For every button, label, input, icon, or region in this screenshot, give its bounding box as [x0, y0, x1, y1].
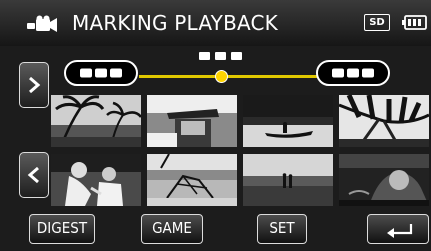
marker-dots-icon [80, 68, 122, 78]
chevron-left-icon [27, 166, 39, 184]
back-return-icon [387, 224, 413, 238]
timeline-track[interactable] [139, 75, 319, 78]
digest-button[interactable]: DIGEST [29, 214, 95, 244]
camera-screen: MARKING PLAYBACK SD DIGEST GAME SET [0, 0, 431, 251]
timeline-knob[interactable] [215, 70, 228, 83]
battery-icon [402, 15, 427, 30]
thumbnail-canoe-lake[interactable] [243, 95, 333, 147]
thumbnail-palm-trees[interactable] [51, 95, 141, 147]
thumbnail-children-playing[interactable] [51, 154, 141, 206]
marker-dots-icon [332, 68, 374, 78]
thumbnail-palm-leaves[interactable] [339, 95, 429, 147]
sd-card-badge: SD [364, 14, 390, 31]
page-title: MARKING PLAYBACK [72, 11, 279, 35]
next-page-button[interactable] [19, 62, 49, 108]
back-button[interactable] [367, 214, 429, 244]
game-button[interactable]: GAME [141, 214, 203, 244]
start-marker-button[interactable] [64, 60, 138, 86]
thumbnail-couple-beach[interactable] [243, 154, 333, 206]
thumbnail-grid [51, 95, 431, 206]
end-marker-button[interactable] [316, 60, 390, 86]
mark-indicator [199, 52, 242, 60]
set-button[interactable]: SET [257, 214, 307, 244]
thumbnail-beach-chair[interactable] [147, 154, 237, 206]
thumbnail-beach-splash[interactable] [339, 154, 429, 206]
chevron-right-icon [29, 76, 41, 94]
video-camera-icon [27, 15, 57, 32]
prev-page-button[interactable] [19, 152, 49, 198]
header-bar: MARKING PLAYBACK SD [0, 0, 431, 46]
thumbnail-person-hat[interactable] [147, 95, 237, 147]
